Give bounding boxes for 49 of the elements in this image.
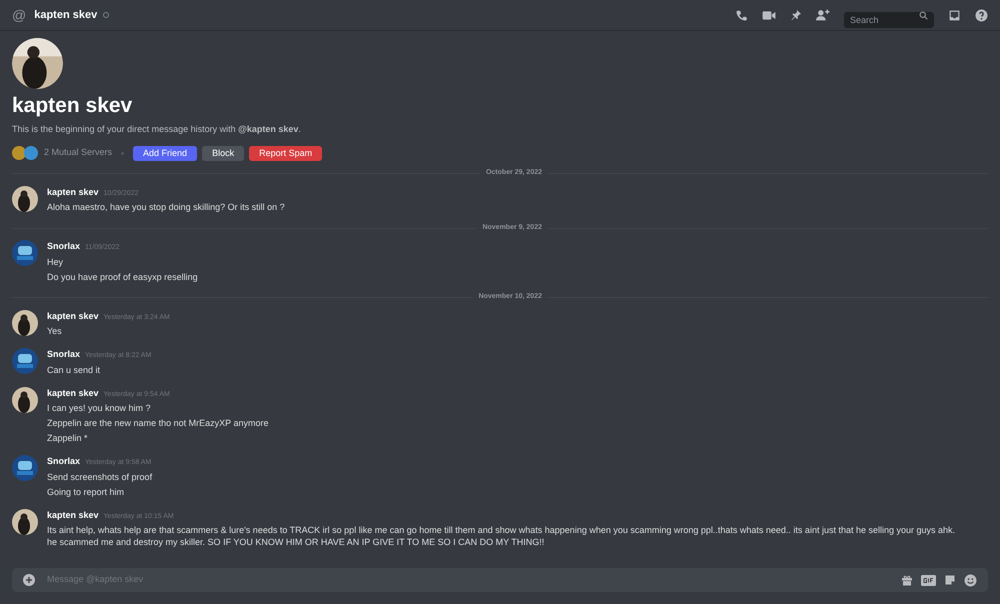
pin-icon[interactable] (790, 9, 802, 21)
user-avatar (12, 455, 38, 481)
status-icon (103, 12, 110, 18)
mutual-servers-link[interactable]: 2 Mutual Servers (44, 146, 112, 160)
search-field[interactable]: Search (844, 12, 934, 28)
gift-icon[interactable] (901, 574, 913, 586)
profile-action-button[interactable]: Add Friend (133, 146, 198, 160)
message-text: I can yes! you know him ? (47, 402, 152, 414)
author-name[interactable]: kapten skev (47, 310, 99, 323)
message-text: Aloha maestro, have you stop doing skilling? Or its still on ? (47, 201, 286, 213)
author-name[interactable]: Snorlax (47, 348, 80, 362)
author-name[interactable]: kapten skev (47, 508, 99, 522)
message-text: Going to report him (47, 486, 126, 498)
sticker-icon[interactable] (944, 574, 956, 586)
message-text: Can u send it (47, 364, 102, 376)
video-camera-icon[interactable] (762, 10, 776, 20)
add-user-icon[interactable] (816, 9, 830, 21)
gif-icon[interactable] (921, 574, 936, 586)
emoji-icon[interactable] (964, 574, 977, 586)
phone-icon[interactable] (735, 8, 748, 22)
profile-action-button[interactable]: Block (202, 146, 244, 160)
message-text: Do you have proof of easyxp reselling (47, 270, 199, 282)
at-icon: @ (12, 8, 26, 22)
help-icon[interactable] (975, 8, 988, 22)
search-icon (919, 11, 928, 20)
profile-avatar (12, 38, 63, 89)
profile-action-button[interactable]: Report Spam (249, 146, 322, 160)
channel-title: kapten skev (34, 8, 98, 23)
server-icons (12, 146, 40, 160)
message-text: Hey (47, 256, 64, 268)
intro-text: This is the beginning of your direct message history with @kapten skev. (12, 123, 302, 136)
author-name[interactable]: Snorlax (47, 240, 80, 254)
message-text: Yes (47, 325, 63, 337)
author-name[interactable]: kapten skev (47, 386, 99, 400)
user-avatar (12, 310, 38, 336)
inbox-icon[interactable] (948, 8, 961, 22)
author-name[interactable]: kapten skev (47, 186, 99, 199)
profile-name: kapten skev (12, 95, 134, 116)
message-text: Zeppelin are the new name tho not MrEazyXP anymore (47, 417, 270, 429)
user-avatar (12, 386, 38, 412)
user-avatar (12, 508, 38, 534)
message-text: Send screenshots of proof (47, 470, 154, 482)
author-name[interactable]: Snorlax (47, 455, 80, 468)
message-text: Its aint help, whats help are that scammers & lure's needs to TRACK irl so ppl like me can go home till them and show whats happening when you scamming wrong ppl..thats whats need.. its aint just that he selling your guys ahk. he scammed me and destroy my skiller. SO IF YOU KNOW HIM OR HAVE AN IP GIVE IT TO ME SO I CAN DO MY THING!! (47, 524, 956, 548)
message-text: Zappelin * (47, 432, 89, 444)
add-icon[interactable] (23, 574, 35, 586)
user-avatar (12, 240, 38, 266)
user-avatar (12, 186, 38, 212)
user-avatar (12, 348, 38, 374)
